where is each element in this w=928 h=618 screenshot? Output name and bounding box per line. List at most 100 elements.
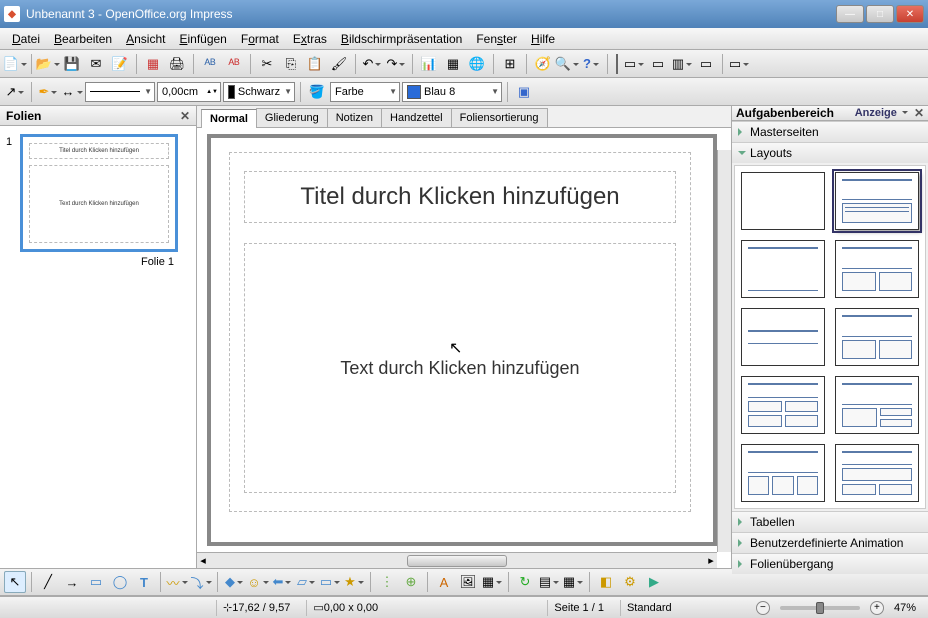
select-tool[interactable]: ↖	[4, 571, 26, 593]
zoom-out-button[interactable]: −	[756, 601, 770, 615]
title-placeholder[interactable]: Titel durch Klicken hinzufügen	[244, 171, 676, 223]
presentation-button[interactable]: ▭	[695, 53, 717, 75]
arrow-line-tool[interactable]: →	[61, 571, 83, 593]
tab-foliensortierung[interactable]: Foliensortierung	[451, 108, 548, 127]
menu-extras[interactable]: Extras	[287, 30, 333, 48]
line-style-combo[interactable]: ▼	[85, 82, 155, 102]
close-button[interactable]: ✕	[896, 5, 924, 23]
from-file-tool[interactable]: 🖼	[457, 571, 479, 593]
line-width-combo[interactable]: 0,00cm ▲▼	[157, 82, 221, 102]
layout-four-panel[interactable]	[741, 376, 825, 434]
slide-design-button[interactable]: ▭	[647, 53, 669, 75]
menu-bildschirmpraesentation[interactable]: Bildschirmpräsentation	[335, 30, 468, 48]
export-pdf-button[interactable]: ▦	[142, 53, 164, 75]
ellipse-tool[interactable]: ◯	[109, 571, 131, 593]
section-masterseiten[interactable]: Masterseiten	[732, 122, 928, 142]
open-button[interactable]: 📂	[37, 53, 59, 75]
text-tool[interactable]: T	[133, 571, 155, 593]
stars-tool[interactable]: ★	[343, 571, 365, 593]
line-color-combo[interactable]: Schwarz ▼	[223, 82, 295, 102]
slide-entry-1[interactable]: 1 Titel durch Klicken hinzufügen Text du…	[6, 134, 190, 252]
slide-canvas[interactable]: Titel durch Klicken hinzufügen Text durc…	[229, 152, 691, 512]
section-animation[interactable]: Benutzerdefinierte Animation	[732, 533, 928, 553]
grid-button[interactable]: ⊞	[499, 53, 521, 75]
tab-notizen[interactable]: Notizen	[327, 108, 382, 127]
horizontal-scrollbar[interactable]: ◂ ▸	[197, 552, 717, 568]
navigator-button[interactable]: 🧭	[532, 53, 554, 75]
menu-einfuegen[interactable]: Einfügen	[173, 30, 232, 48]
curve-tool[interactable]: 〰	[166, 571, 188, 593]
fill-color-combo[interactable]: Blau 8 ▼	[402, 82, 502, 102]
line-tool[interactable]: ╱	[37, 571, 59, 593]
spellcheck-button[interactable]: ᴬᴮ	[199, 53, 221, 75]
zoom-slider[interactable]	[780, 606, 860, 610]
layout-two-content[interactable]	[835, 240, 919, 298]
tab-handzettel[interactable]: Handzettel	[381, 108, 452, 127]
fontwork-tool[interactable]: A	[433, 571, 455, 593]
section-uebergang[interactable]: Folienübergang	[732, 554, 928, 574]
slide-layout-button[interactable]: ▥	[671, 53, 693, 75]
glue-points-tool[interactable]: ⊕	[400, 571, 422, 593]
save-button[interactable]: 💾	[61, 53, 83, 75]
arrange-tool[interactable]: ▦	[562, 571, 584, 593]
chart-button[interactable]: 📊	[418, 53, 440, 75]
block-arrows-tool[interactable]: ⬅	[271, 571, 293, 593]
menu-fenster[interactable]: Fenster	[470, 30, 523, 48]
zoom-button[interactable]: 🔍	[556, 53, 578, 75]
maximize-button[interactable]: □	[866, 5, 894, 23]
menu-datei[interactable]: Datei	[6, 30, 46, 48]
slides-panel-close-icon[interactable]: ✕	[180, 109, 190, 123]
vertical-scrollbar[interactable]	[717, 150, 731, 552]
layout-blank[interactable]	[741, 172, 825, 230]
layout-content-two[interactable]	[835, 308, 919, 366]
basic-shapes-tool[interactable]: ◆	[223, 571, 245, 593]
tab-gliederung[interactable]: Gliederung	[256, 108, 328, 127]
rotate-tool[interactable]: ↻	[514, 571, 536, 593]
arrow-style-button[interactable]: ↗	[4, 81, 26, 103]
points-tool[interactable]: ⋮	[376, 571, 398, 593]
task-view-menu[interactable]: Anzeige	[855, 107, 908, 119]
redo-button[interactable]: ↷	[385, 53, 407, 75]
fill-mode-combo[interactable]: Farbe ▼	[330, 82, 400, 102]
layout-split-right[interactable]	[835, 376, 919, 434]
symbol-shapes-tool[interactable]: ☺	[247, 571, 269, 593]
auto-spellcheck-button[interactable]: ᴬᴮ	[223, 53, 245, 75]
callouts-tool[interactable]: ▭	[319, 571, 341, 593]
flowchart-tool[interactable]: ▱	[295, 571, 317, 593]
layout-split-bottom[interactable]	[835, 444, 919, 502]
slideshow-button[interactable]: ▭	[728, 53, 750, 75]
section-tabellen[interactable]: Tabellen	[732, 512, 928, 532]
arrow-ends-button[interactable]: ↔	[61, 81, 83, 103]
slide-thumbnail[interactable]: Titel durch Klicken hinzufügen Text durc…	[20, 134, 178, 252]
minimize-button[interactable]: —	[836, 5, 864, 23]
layout-title-only[interactable]	[741, 240, 825, 298]
animation-tool[interactable]: ▶	[643, 571, 665, 593]
hyperlink-button[interactable]: 🌐	[466, 53, 488, 75]
line-endings-button[interactable]: ✒	[37, 81, 59, 103]
help-button[interactable]: ?	[580, 53, 602, 75]
task-panel-close-icon[interactable]: ✕	[914, 106, 924, 120]
slide-button[interactable]: ▭	[623, 53, 645, 75]
layout-title-content[interactable]	[835, 172, 919, 230]
tab-normal[interactable]: Normal	[201, 109, 257, 128]
layout-title-centered[interactable]	[741, 308, 825, 366]
zoom-in-button[interactable]: +	[870, 601, 884, 615]
fill-bucket-button[interactable]: 🪣	[306, 81, 328, 103]
interaction-tool[interactable]: ⚙	[619, 571, 641, 593]
cut-button[interactable]: ✂	[256, 53, 278, 75]
layout-three-panel[interactable]	[741, 444, 825, 502]
slides-list[interactable]: 1 Titel durch Klicken hinzufügen Text du…	[0, 126, 196, 568]
menu-hilfe[interactable]: Hilfe	[525, 30, 561, 48]
table-button[interactable]: ▦	[442, 53, 464, 75]
email-button[interactable]: ✉	[85, 53, 107, 75]
content-placeholder[interactable]: Text durch Klicken hinzufügen	[244, 243, 676, 493]
paste-button[interactable]: 📋	[304, 53, 326, 75]
shadow-button[interactable]: ▣	[513, 81, 535, 103]
scroll-thumb[interactable]	[407, 555, 507, 567]
align-tool[interactable]: ▤	[538, 571, 560, 593]
extrusion-tool[interactable]: ◧	[595, 571, 617, 593]
menu-format[interactable]: Format	[235, 30, 285, 48]
copy-button[interactable]: ⎘	[280, 53, 302, 75]
menu-ansicht[interactable]: Ansicht	[120, 30, 171, 48]
print-button[interactable]: 🖨	[166, 53, 188, 75]
